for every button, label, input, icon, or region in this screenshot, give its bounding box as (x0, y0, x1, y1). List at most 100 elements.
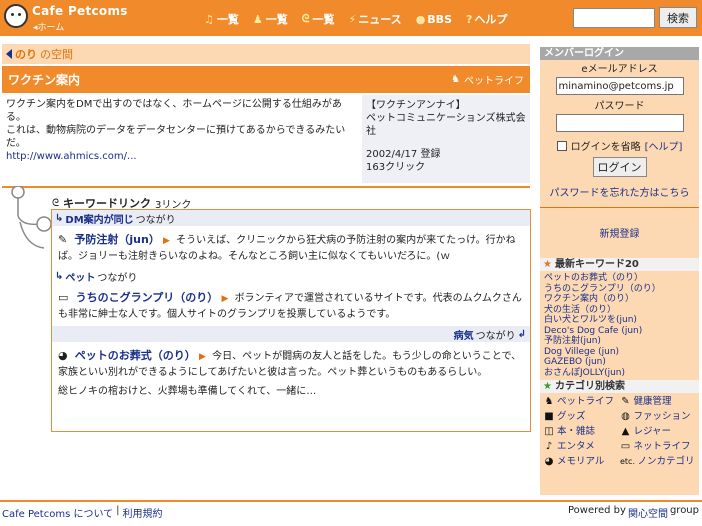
category-leisure[interactable]: ▲ レジャー (620, 425, 697, 439)
link-entry-title[interactable]: 予防注射（jun） (74, 233, 159, 246)
link-entry: ▭ うちのこグランプリ（のり） ▶ ボランティアで運営されているサイトです。代表… (52, 284, 530, 326)
keyword-item[interactable]: 予防注射(jun) (544, 336, 695, 347)
syringe-icon: ✎ (58, 233, 68, 246)
footer-links: Cafe Petcoms について | 利用規約 (2, 505, 163, 520)
remember-label: ログインを省略 (570, 142, 641, 153)
email-field[interactable] (555, 77, 684, 95)
keyword-description: ワクチン案内をDMで出すのではなく、ホームページに公開する仕組みがある。 これは… (2, 95, 360, 183)
home-link[interactable]: ◂ホーム (33, 20, 64, 33)
category-netlife[interactable]: ▭ ネットライフ (620, 440, 697, 454)
category-label: レジャー (633, 426, 672, 437)
back-arrow-icon (6, 49, 12, 59)
link-entry: ◕ ペットのお葬式（のり） ▶ 今日、ペットが闘病の友人と話をした。もう少しの命… (52, 342, 530, 403)
connection-suffix: つながり (135, 214, 176, 226)
remember-checkbox[interactable] (556, 140, 567, 151)
nav-label: 一覧 (216, 13, 239, 26)
latest-keywords-heading: ★ 最新キーワード20 (540, 258, 699, 271)
user-icon: ♟ (252, 12, 263, 26)
nav-help[interactable]: ? ヘルプ (466, 11, 507, 27)
category-label: 健康管理 (633, 396, 672, 407)
meta-registered: 2002/4/17 登録 (366, 149, 441, 160)
connection-suffix: つながり (97, 272, 138, 284)
search-button[interactable]: 検索 (659, 7, 697, 28)
footer-separator: | (116, 505, 120, 516)
breadcrumb-user-link[interactable]: のり (15, 46, 37, 62)
footer-divider (0, 500, 702, 502)
keyword-item[interactable]: ペットのお葬式（のり） (544, 273, 695, 284)
latest-keywords-list: ペットのお葬式（のり） うちのこグランプリ（のり） ワクチン案内（のり） 犬の生… (540, 271, 699, 380)
syringe-icon: ✎ (621, 396, 630, 407)
category-health[interactable]: ✎ 健康管理 (620, 395, 697, 409)
keyword-item[interactable]: 白い犬とワルツを(jun) (544, 315, 695, 326)
nav-label: 一覧 (265, 13, 288, 26)
nav-label: 一覧 (312, 13, 335, 26)
memorial-icon: ◕ (544, 456, 554, 467)
category-entertainment[interactable]: ♪ エンタメ (543, 440, 620, 454)
register-link[interactable]: 新規登録 (540, 225, 699, 240)
connection-keyword[interactable]: ペット (65, 269, 95, 284)
forgot-password-link[interactable]: パスワードを忘れた方はこちら (540, 184, 699, 199)
category-petlife[interactable]: ♞ ペットライフ (543, 395, 620, 409)
help-link[interactable]: [ヘルプ] (645, 138, 683, 153)
meta-anchor: 【ワクチンアンナイ】 (366, 100, 466, 111)
category-fashion[interactable]: ◍ ファッション (620, 410, 697, 424)
connection-arrow-icon: ↳ (55, 270, 64, 282)
connection-keyword[interactable]: 病気 (454, 327, 474, 342)
category-goods[interactable]: ■ グッズ (543, 410, 620, 424)
category-books[interactable]: ◫ 本・雑誌 (543, 425, 620, 439)
category-label: エンタメ (557, 441, 595, 452)
keyword-item[interactable]: うちのこグランプリ（のり） (544, 284, 695, 295)
keyword-item[interactable]: ワクチン案内（のり） (544, 294, 695, 305)
site-header: Cafe Petcoms ◂ホーム ♫ 一覧 ♟ 一覧 ᘓ 一覧 ⚡ ニュース … (0, 0, 702, 36)
chevron-right-icon: ▶ (221, 294, 229, 304)
category-search-heading: ★ カテゴリ別検索 (540, 380, 699, 393)
nav-list-1[interactable]: ♫ 一覧 (204, 11, 239, 27)
breadcrumb-suffix[interactable]: の空間 (40, 46, 73, 62)
book-icon: ◫ (544, 426, 554, 437)
logo-icon[interactable] (4, 4, 28, 28)
keyword-item[interactable]: 犬の生活（のり） (544, 305, 695, 316)
link-entry-body-continued: 総ヒノキの棺おけと、火葬場も準備してくれて、一緒に… (58, 386, 317, 397)
login-button[interactable]: ログイン (592, 157, 647, 177)
category-link[interactable]: ♞ ペットライフ (451, 72, 524, 87)
meta-clicks: 163クリック (366, 162, 426, 173)
nav-list-links[interactable]: ᘓ 一覧 (302, 11, 335, 27)
section-divider (2, 186, 530, 188)
connection-bar: ↳ ペット つながり (52, 268, 530, 284)
category-noncategory[interactable]: etc. ノンカテゴリ (620, 455, 697, 469)
nav-news[interactable]: ⚡ ニュース (349, 11, 402, 27)
description-line: ワクチン案内をDMで出すのではなく、ホームページに公開する仕組みがある。 (6, 99, 342, 123)
nav-list-users[interactable]: ♟ 一覧 (253, 11, 288, 27)
nav-label: BBS (427, 12, 452, 26)
site-logo-text[interactable]: Cafe Petcoms (32, 4, 128, 18)
category-label: グッズ (557, 411, 586, 422)
category-label: ペットライフ (557, 396, 615, 407)
category-grid: ♞ ペットライフ ✎ 健康管理 ■ グッズ ◍ ファッション ◫ 本・雑誌 ▲ レジャー ♪… (540, 393, 699, 471)
powered-link[interactable]: 関心空間 (628, 505, 668, 520)
keyword-item[interactable]: Deco's Dog Cafe (jun) (544, 326, 695, 337)
question-icon: ? (466, 12, 473, 26)
remember-row: ログインを省略 [ヘルプ] (540, 138, 699, 153)
password-field[interactable] (555, 114, 684, 132)
nav-bbs[interactable]: ● BBS (416, 11, 452, 27)
connection-arrow-icon: ↳ (55, 212, 64, 224)
search-input[interactable] (573, 8, 655, 28)
nav-label: ヘルプ (474, 13, 508, 26)
link-entry-title[interactable]: ペットのお葬式（のり） (75, 349, 196, 362)
connection-keyword[interactable]: DM案内が同じ (65, 211, 133, 226)
keyword-item[interactable]: GAZEBO (jun) (544, 357, 695, 368)
keyword-item[interactable]: Dog Villege (jun) (544, 347, 695, 358)
category-label: 本・雑誌 (557, 426, 596, 437)
category-search-title: カテゴリ別検索 (554, 381, 625, 392)
category-label: ペットライフ (464, 76, 524, 87)
about-link[interactable]: Cafe Petcoms について (2, 505, 113, 520)
link-entry-title[interactable]: うちのこグランプリ（のり） (76, 291, 219, 304)
email-label: eメールアドレス (581, 64, 658, 75)
mountain-icon: ▲ (621, 426, 630, 437)
keyword-links-box: ↳ DM案内が同じ つながり ✎ 予防注射（jun） ▶ そういえば、クリニック… (51, 209, 531, 432)
password-label: パスワード (594, 101, 645, 112)
terms-link[interactable]: 利用規約 (123, 505, 163, 520)
keyword-item[interactable]: おさんぽJOLLY(jun) (544, 368, 695, 379)
category-memorial[interactable]: ◕ メモリアル (543, 455, 620, 469)
description-url-link[interactable]: http://www.ahmics.com/... (6, 151, 137, 162)
